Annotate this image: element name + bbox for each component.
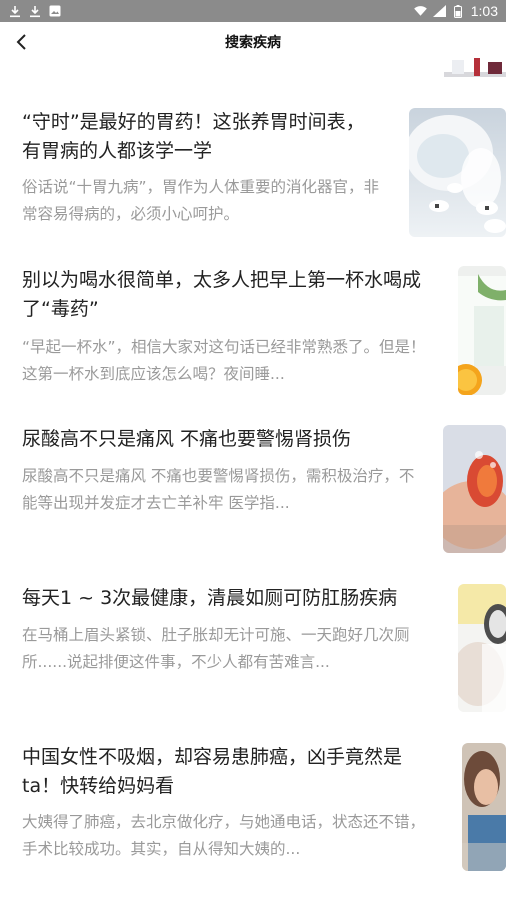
status-time: 1:03 <box>470 3 498 19</box>
chevron-left-icon <box>16 34 26 50</box>
article-description: 大姨得了肺癌，去北京做化疗，与她通电话，状态还不错，手术比较成功。其实，自从得知… <box>22 813 426 858</box>
article-title: 尿酸高不只是痛风 不痛也要警惕肾损伤 <box>22 428 352 450</box>
wifi-icon <box>413 5 427 18</box>
article-description: “早起一杯水”，相信大家对这句话已经非常熟悉了。但是！这第一杯水到底应该怎么喝？… <box>22 338 426 383</box>
download-icon <box>8 5 21 18</box>
previous-article-thumbnail[interactable] <box>444 58 506 78</box>
article-thumbnail <box>409 108 506 237</box>
article-item-2[interactable]: 别以为喝水很简单，太多人把早上第一杯水喝成了“毒药” “早起一杯水”，相信大家对… <box>0 264 506 404</box>
article-description: 尿酸高不只是痛风 不痛也要警惕肾损伤，需积极治疗，不能等出现并发症才去亡羊补牢 … <box>22 467 415 512</box>
article-thumbnail <box>462 743 506 871</box>
article-item-4[interactable]: 每天1 ~ 3次最健康，清晨如厕可防肛肠疾病 在马桶上眉头紧锁、肚子胀却无计可施… <box>0 582 506 722</box>
article-thumbnail <box>443 425 506 553</box>
back-button[interactable] <box>10 30 34 54</box>
article-item-1[interactable]: “守时”是最好的胃药！这张养胃时间表， 有胃病的人都该学一学 俗话说“十胃九病”… <box>0 104 506 244</box>
article-description: 俗话说“十胃九病”，胃作为人体重要的消化器官，非常容易得病的，必须小心呵护。 <box>22 178 380 223</box>
header-bar: 搜索疾病 <box>0 22 506 62</box>
article-item-5[interactable]: 中国女性不吸烟，却容易患肺癌，凶手竟然是ta！快转给妈妈看 大姨得了肺癌，去北京… <box>0 741 506 881</box>
image-icon <box>48 5 61 18</box>
article-title: 中国女性不吸烟，却容易患肺癌，凶手竟然是ta！快转给妈妈看 <box>22 746 403 797</box>
article-title: 别以为喝水很简单，太多人把早上第一杯水喝成了“毒药” <box>22 269 422 320</box>
article-thumbnail <box>458 584 506 712</box>
article-title: 每天1 ~ 3次最健康，清晨如厕可防肛肠疾病 <box>22 587 398 609</box>
page-title: 搜索疾病 <box>225 35 281 51</box>
article-description: 在马桶上眉头紧锁、肚子胀却无计可施、一天跑好几次厕所......说起排便这件事，… <box>22 626 410 671</box>
signal-icon <box>432 5 446 18</box>
article-title: “守时”是最好的胃药！这张养胃时间表， 有胃病的人都该学一学 <box>22 111 365 162</box>
article-thumbnail <box>458 266 506 395</box>
article-item-3[interactable]: 尿酸高不只是痛风 不痛也要警惕肾损伤 尿酸高不只是痛风 不痛也要警惕肾损伤，需积… <box>0 423 506 563</box>
battery-icon <box>452 4 465 18</box>
download-icon <box>28 5 41 18</box>
status-bar: 1:03 <box>0 0 506 22</box>
